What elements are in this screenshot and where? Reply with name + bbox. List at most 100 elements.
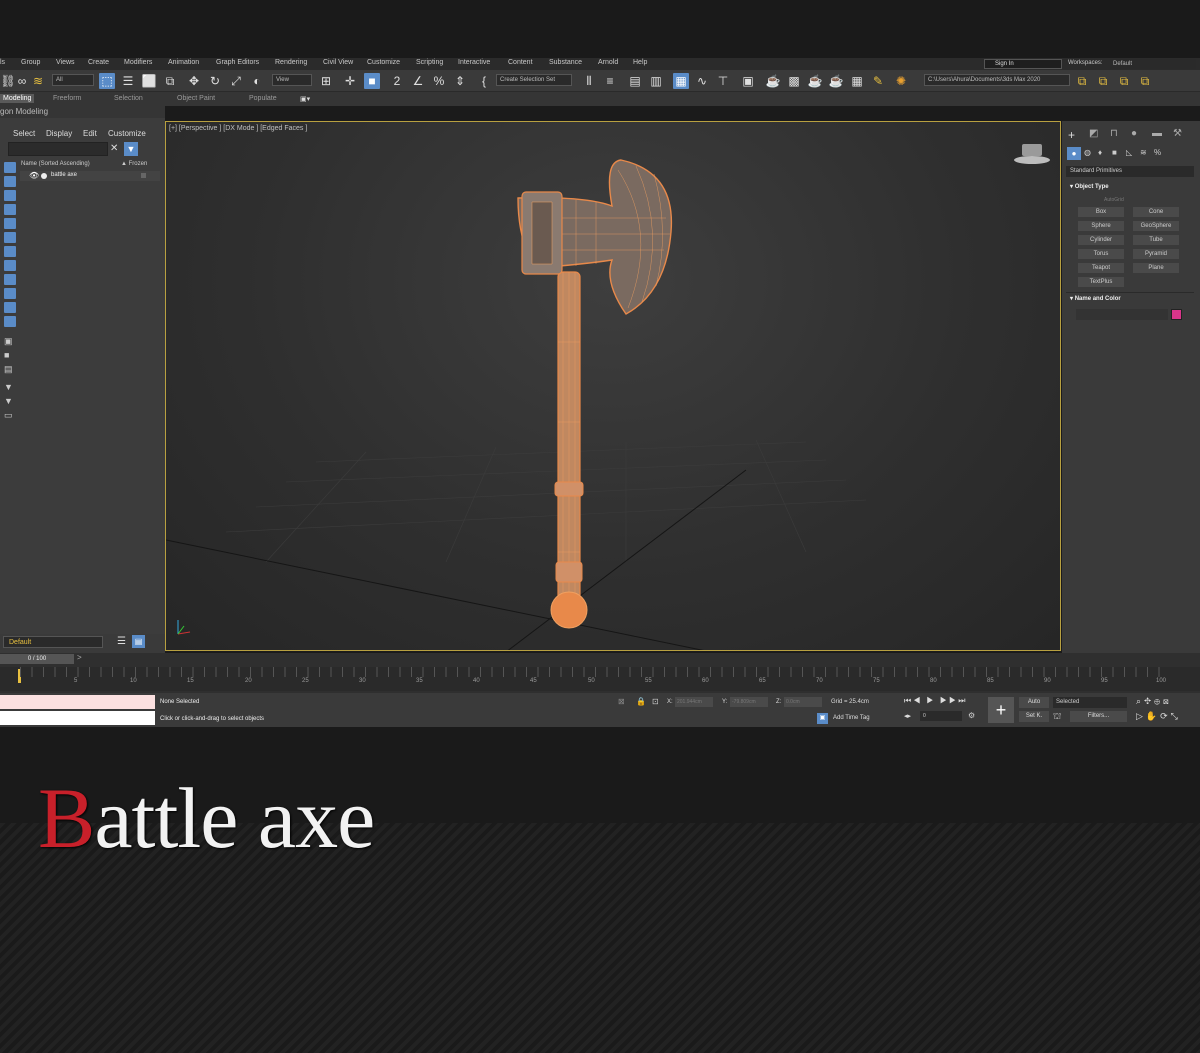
mirror-icon[interactable]: ⫴ [581,73,597,89]
y-coordinate-field[interactable]: -79.809cm [730,697,768,707]
scene-explorer-icon[interactable]: ▤ [627,73,643,89]
time-slider-next-icon[interactable]: > [77,653,82,662]
keyboard-shortcut-icon[interactable]: ■ [364,73,380,89]
geometry-icon[interactable]: ● [1067,147,1081,160]
align-icon[interactable]: ≡ [602,73,618,89]
absolute-mode-icon[interactable]: ⊡ [652,697,659,706]
tab-modeling[interactable]: Modeling [0,94,35,103]
geosphere-button[interactable]: GeoSphere [1133,221,1179,231]
select-object-icon[interactable]: ⬚ [99,73,115,89]
display-none-icon[interactable]: ■ [4,350,16,361]
edit-named-sets-icon[interactable]: { [476,73,492,89]
menu-item[interactable]: Create [88,59,109,66]
menu-item[interactable]: Content [508,59,533,66]
frozen-toggle-icon[interactable] [141,173,146,178]
rendered-frame-icon[interactable]: ▩ [786,73,802,89]
display-all-icon[interactable]: ▣ [4,336,16,347]
cylinder-button[interactable]: Cylinder [1078,235,1124,245]
window-crossing-icon[interactable]: ⧉ [162,73,178,89]
ribbon-options-icon[interactable]: ▣▾ [300,95,310,103]
spacewarps-icon[interactable]: ≋ [1140,148,1147,157]
selection-lock-icon[interactable]: 🔒 [636,697,646,706]
time-tag-icon[interactable]: ▣ [817,713,828,724]
sign-in-dropdown[interactable]: Sign In [984,59,1062,69]
render-cloud-icon[interactable]: ▦ [849,73,865,89]
torus-button[interactable]: Torus [1078,249,1124,259]
plane-button[interactable]: Plane [1133,263,1179,273]
menu-item[interactable]: Graph Editors [216,59,259,66]
perspective-viewport[interactable]: [+] [Perspective ] [DX Mode ] [Edged Fac… [165,121,1061,651]
key-mode-icon[interactable]: ◂▸ [904,712,911,720]
layer-dropdown[interactable]: Default [3,636,103,648]
curve-editor-icon[interactable]: ∿ [694,73,710,89]
hierarchy-tab-icon[interactable]: ⊓ [1110,128,1118,139]
sync-selection-icon[interactable]: ▼ [4,382,16,393]
utilities-tab-icon[interactable]: ⚒ [1173,128,1182,139]
percent-snap-icon[interactable]: % [431,73,447,89]
menu-item[interactable]: Rendering [275,59,307,66]
layer-toggle-icon[interactable]: ▭ [4,410,16,421]
display-cameras-icon[interactable] [4,204,16,215]
lights-icon[interactable]: ♦ [1098,148,1102,157]
create-tab-icon[interactable]: + [1068,128,1075,142]
playback-controls[interactable]: ⏮◀ ▶ ▶▶⏭ [904,696,967,706]
object-type-rollout[interactable]: ▾ Object Type [1070,183,1109,190]
viewport-nav-bottom[interactable]: ▷✋⟳⤡ [1136,711,1181,722]
display-geometry-icon[interactable] [4,162,16,173]
menu-item[interactable]: Help [633,59,647,66]
scale-icon[interactable]: ⤢ [228,73,244,89]
set-key-big-icon[interactable]: + [988,697,1014,723]
textplus-button[interactable]: TextPlus [1078,277,1124,287]
display-shapes-icon[interactable] [4,176,16,187]
menu-item[interactable]: Substance [549,59,582,66]
explorer-menu-display[interactable]: Display [46,129,72,138]
key-filters-icon[interactable]: ⛫ [1053,711,1061,723]
project-path-dropdown[interactable]: C:\Users\Ahura\Documents\3ds Max 2020 [924,74,1070,86]
helpers-icon[interactable]: ◺ [1126,148,1132,157]
viewcube-icon[interactable] [1014,142,1050,166]
tab-selection[interactable]: Selection [114,95,143,102]
maxscript-output[interactable] [0,711,155,725]
render-iterative-icon[interactable]: ☕ [828,73,844,89]
schematic-view-icon[interactable]: ⊤ [715,73,731,89]
shapes-icon[interactable]: ◍ [1084,148,1091,157]
name-color-rollout[interactable]: ▾ Name and Color [1070,295,1121,302]
sphere-button[interactable]: Sphere [1078,221,1124,231]
named-selection-dropdown[interactable]: Create Selection Set [496,74,572,86]
display-bones-icon[interactable] [4,274,16,285]
material-editor-icon[interactable]: ▣ [740,73,756,89]
systems-icon[interactable]: % [1154,148,1161,157]
display-invert-icon[interactable]: ▤ [4,364,16,375]
current-frame-field[interactable]: 0 [920,711,962,721]
set-key-button[interactable]: Set K. [1019,711,1049,722]
col-frozen-header[interactable]: ▲ Frozen [121,161,147,167]
object-name-input[interactable] [1076,309,1168,320]
x-coordinate-field[interactable]: 201.944cm [675,697,713,707]
project-folder-icon[interactable]: ⧉ [1074,73,1090,89]
menu-item[interactable]: ls [0,59,5,66]
render-shortcut-icon[interactable]: ✎ [870,73,886,89]
display-tab-icon[interactable]: ▬ [1152,128,1162,139]
unlink-icon[interactable]: ∞ [14,73,30,89]
auto-key-button[interactable]: Auto [1019,697,1049,708]
menu-item[interactable]: Group [21,59,40,66]
cameras-icon[interactable]: ■ [1112,148,1117,157]
render-production-icon[interactable]: ☕ [807,73,823,89]
teapot-button[interactable]: Teapot [1078,263,1124,273]
time-slider[interactable]: 0 / 100 [0,654,74,664]
explorer-search-input[interactable] [8,142,108,156]
visibility-eye-icon[interactable]: 👁 [29,171,39,180]
spinner-snap-icon[interactable]: ⇕ [452,73,468,89]
viewport-nav-top[interactable]: ⌕✥⊕⊠ [1136,696,1172,707]
list-item[interactable]: 👁 battle axe [20,171,160,181]
menu-item[interactable]: Views [56,59,75,66]
select-manipulate-icon[interactable]: ✛ [342,73,358,89]
z-coordinate-field[interactable]: 0.0cm [784,697,822,707]
display-spacewarps-icon[interactable] [4,232,16,243]
move-icon[interactable]: ✥ [186,73,202,89]
select-by-name-icon[interactable]: ☰ [120,73,136,89]
project-settings-icon[interactable]: ⧉ [1137,73,1153,89]
tab-object-paint[interactable]: Object Paint [177,95,215,102]
tab-freeform[interactable]: Freeform [53,95,81,102]
toggle-ribbon-icon[interactable]: ▦ [673,73,689,89]
